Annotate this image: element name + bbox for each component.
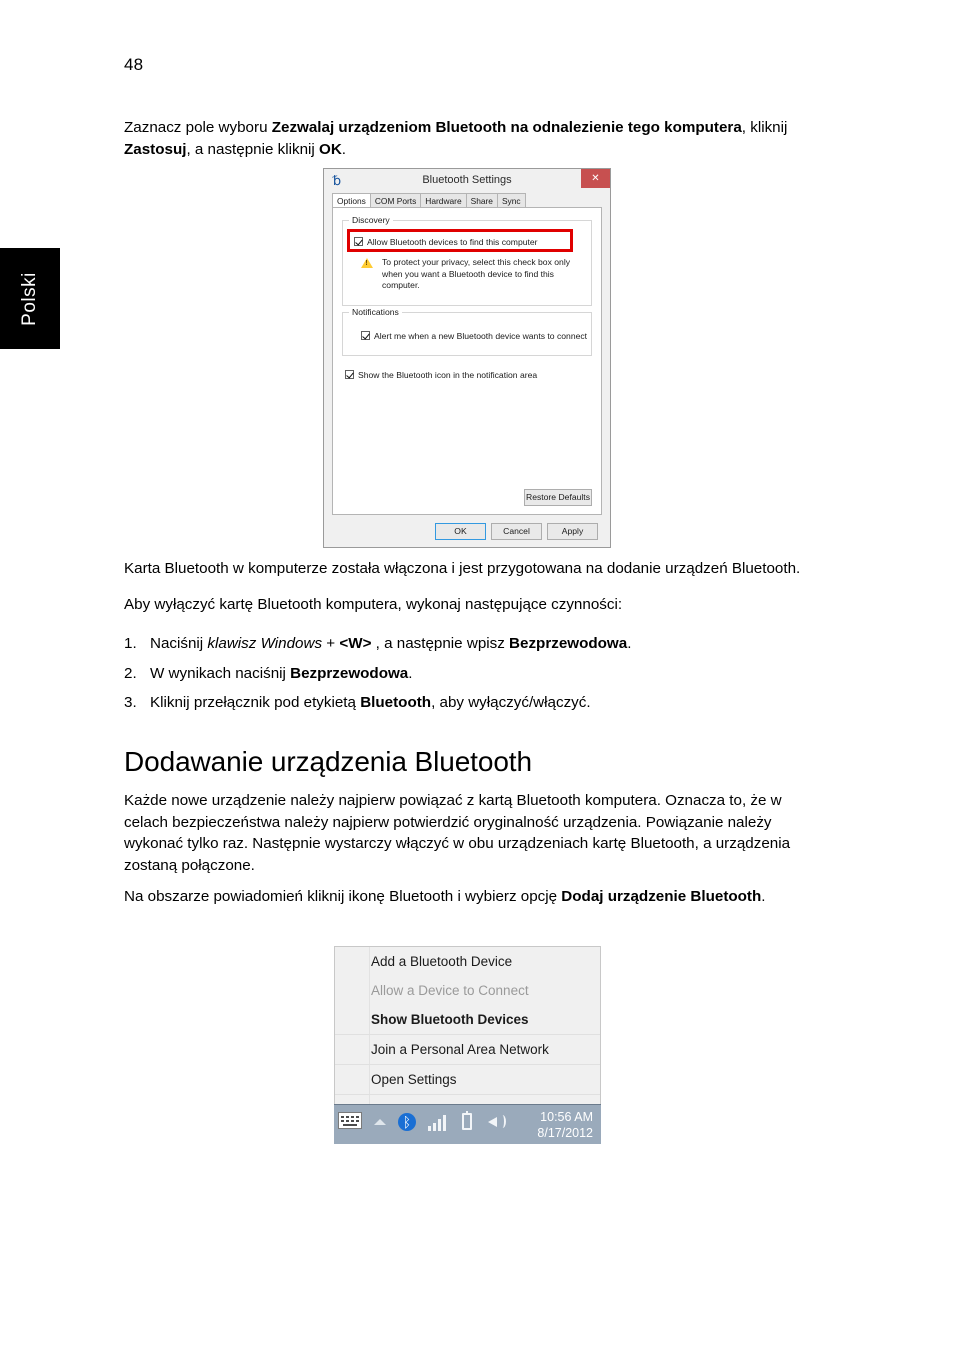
step-bold-2: Bluetooth xyxy=(360,694,432,711)
tab-options[interactable]: Options xyxy=(332,193,371,207)
list-item: 3. Kliknij przełącznik pod etykietą Bluet… xyxy=(124,692,824,714)
speaker-cone xyxy=(488,1117,497,1127)
intro-text-2: , kliknij xyxy=(741,119,788,136)
restore-defaults-button[interactable]: Restore Defaults xyxy=(524,489,592,506)
dialog-titlebar: ␢ Bluetooth Settings ✕ xyxy=(324,169,610,192)
apply-button[interactable]: Apply xyxy=(547,523,598,540)
step-text-4: . xyxy=(627,635,632,652)
intro-text-1: Zaznacz pole wyboru xyxy=(124,119,272,136)
menu-item-add-bluetooth-device[interactable]: Add a Bluetooth Device xyxy=(335,947,600,976)
checkbox-icon[interactable] xyxy=(361,331,370,340)
notify-text-1: Na obszarze powiadomień kliknij ikonę Bl… xyxy=(124,888,562,905)
tab-com-ports[interactable]: COM Ports xyxy=(369,193,422,207)
section-paragraph-text: Każde nowe urządzenie należy najpierw po… xyxy=(124,792,791,874)
step-number: 1. xyxy=(124,635,137,652)
step-text-1: Kliknij przełącznik pod etykietą xyxy=(150,694,361,711)
alert-checkbox-label: Alert me when a new Bluetooth device wan… xyxy=(374,331,588,341)
steps-list: 1. Naciśnij klawisz Windows + <W> , a nas… xyxy=(124,633,824,722)
step-number: 3. xyxy=(124,694,137,711)
intro-bold-1: Zezwalaj urządzeniom Bluetooth na odnale… xyxy=(271,119,742,136)
step-text-2: + xyxy=(322,635,340,652)
step-text-1: Naciśnij xyxy=(150,635,208,652)
clock[interactable]: 10:56 AM 8/17/2012 xyxy=(537,1109,593,1141)
dialog-footer: OK Cancel Apply xyxy=(324,515,610,547)
show-hidden-icons-chevron-icon[interactable] xyxy=(374,1119,386,1125)
checkbox-icon[interactable] xyxy=(345,370,354,379)
menu-item-join-personal-area-network[interactable]: Join a Personal Area Network xyxy=(335,1035,600,1064)
speaker-wave xyxy=(499,1115,506,1128)
step-italic: klawisz Windows xyxy=(207,635,323,652)
menu-item-open-settings[interactable]: Open Settings xyxy=(335,1065,600,1094)
clock-time: 10:56 AM xyxy=(540,1110,593,1124)
step-text-3: , a następnie wpisz xyxy=(371,635,510,652)
notification-paragraph: Na obszarze powiadomień kliknij ikonę Bl… xyxy=(124,886,824,908)
discovery-legend: Discovery xyxy=(349,215,393,225)
intro-paragraph: Zaznacz pole wyboru Zezwalaj urządzeniom… xyxy=(124,117,814,160)
alert-checkbox-row[interactable]: Alert me when a new Bluetooth device wan… xyxy=(361,331,587,342)
dialog-options-pane: Discovery Allow Bluetooth devices to fin… xyxy=(332,207,602,515)
battery-icon[interactable] xyxy=(462,1111,472,1130)
menu-group: Add a Bluetooth Device Allow a Device to… xyxy=(335,947,600,1034)
discovery-group: Discovery Allow Bluetooth devices to fin… xyxy=(342,215,592,306)
red-highlight-annotation xyxy=(347,229,573,252)
menu-item-allow-device-to-connect: Allow a Device to Connect xyxy=(371,983,529,998)
show-tray-icon-label: Show the Bluetooth icon in the notificat… xyxy=(358,370,538,380)
list-item: 2. W wynikach naciśnij Bezprzewodowa. xyxy=(124,663,824,685)
list-item: 1. Naciśnij klawisz Windows + <W> , a nas… xyxy=(124,633,824,655)
notify-text-2: . xyxy=(761,888,766,905)
bluetooth-tray-context-menu: Add a Bluetooth Device Allow a Device to… xyxy=(334,946,601,1125)
dialog-title: Bluetooth Settings xyxy=(422,174,512,186)
cancel-button[interactable]: Cancel xyxy=(491,523,542,540)
menu-item-show-bluetooth-devices[interactable]: Show Bluetooth Devices xyxy=(335,1005,600,1034)
warning-icon xyxy=(361,258,373,268)
intro-text-3: , a następnie kliknij xyxy=(186,140,319,158)
step-number: 2. xyxy=(124,664,137,682)
post-dialog-line-1: Karta Bluetooth w komputerze została włą… xyxy=(124,560,801,577)
language-tab-label: Polski xyxy=(19,271,40,326)
clock-date: 8/17/2012 xyxy=(537,1126,593,1140)
show-tray-icon-checkbox-row[interactable]: Show the Bluetooth icon in the notificat… xyxy=(345,370,537,381)
tab-sync[interactable]: Sync xyxy=(496,193,526,207)
close-icon[interactable]: ✕ xyxy=(581,169,610,188)
step-text-4: , aby wyłączyć/włączyć. xyxy=(431,694,591,711)
privacy-warning-text: To protect your privacy, select this che… xyxy=(382,257,571,290)
section-paragraph: Każde nowe urządzenie należy najpierw po… xyxy=(124,790,824,876)
step-bold-2: Bezprzewodowa xyxy=(290,664,409,682)
page-number: 48 xyxy=(124,55,144,74)
language-tab: Polski xyxy=(0,248,60,349)
tab-hardware[interactable]: Hardware xyxy=(420,193,467,207)
intro-text-4: . xyxy=(341,140,347,158)
speaker-icon[interactable] xyxy=(488,1114,506,1130)
bluetooth-settings-dialog: ␢ Bluetooth Settings ✕ Options COM Ports H… xyxy=(323,168,611,548)
step-bold-1: <W> xyxy=(339,635,372,652)
notifications-group: Notifications Alert me when a new Blueto… xyxy=(342,307,592,356)
keyboard-icon[interactable] xyxy=(338,1112,362,1129)
post-dialog-paragraphs: Karta Bluetooth w komputerze została włą… xyxy=(124,558,824,615)
privacy-warning: To protect your privacy, select this che… xyxy=(361,257,577,292)
section-heading: Dodawanie urządzenia Bluetooth xyxy=(124,746,532,777)
tab-share[interactable]: Share xyxy=(465,193,498,207)
network-signal-icon[interactable] xyxy=(428,1113,448,1131)
menu-group: Open Settings xyxy=(335,1064,600,1094)
step-text-1: W wynikach naciśnij xyxy=(150,664,291,682)
step-bold-2: Bezprzewodowa xyxy=(509,635,628,652)
notify-bold: Dodaj urządzenie Bluetooth xyxy=(561,888,762,905)
bluetooth-icon[interactable]: ᛒ xyxy=(398,1113,416,1131)
ok-button[interactable]: OK xyxy=(435,523,486,540)
step-text-4: . xyxy=(408,664,413,682)
intro-bold-3: OK xyxy=(319,140,342,158)
post-dialog-line-2: Aby wyłączyć kartę Bluetooth komputera, … xyxy=(124,595,623,613)
menu-group: Join a Personal Area Network xyxy=(335,1034,600,1064)
notifications-legend: Notifications xyxy=(349,307,402,317)
intro-bold-2: Zastosuj xyxy=(124,140,187,158)
system-tray: ᛒ 10:56 AM 8/17/2012 xyxy=(334,1104,601,1144)
